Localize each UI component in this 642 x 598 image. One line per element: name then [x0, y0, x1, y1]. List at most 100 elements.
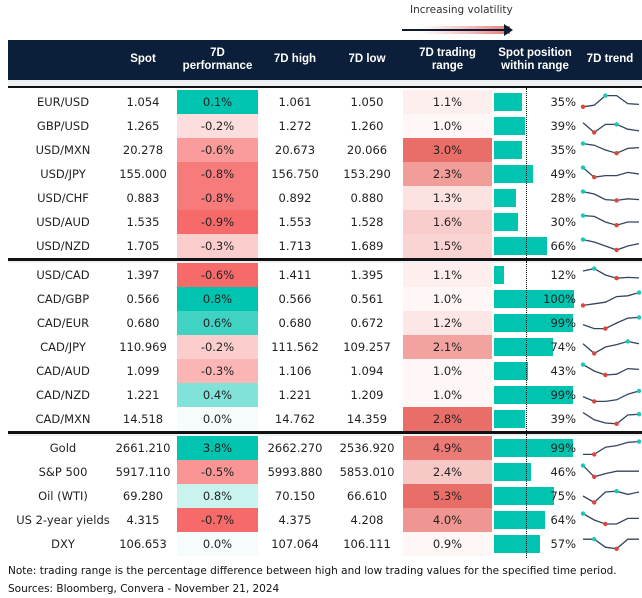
performance-value: 0.0% — [177, 407, 258, 431]
spot-value: 1.221 — [126, 388, 160, 402]
trend-low-point — [603, 326, 608, 331]
low-value: 5853.010 — [339, 465, 395, 479]
trading-range-value: 1.0% — [403, 287, 492, 311]
trend-low-point — [614, 421, 619, 426]
trend-cell — [578, 162, 642, 186]
low-value: 1.260 — [350, 119, 384, 133]
trading-range-value: 2.8% — [403, 407, 492, 431]
trend-line — [582, 167, 640, 178]
trend-sparkline — [582, 388, 642, 404]
header-spot-position: Spot position within range — [498, 46, 572, 72]
low-value: 0.672 — [350, 316, 384, 330]
trading-range-value: 1.6% — [403, 210, 492, 234]
table-row: CAD/NZD 1.221 0.4% 1.221 1.209 1.0% 99% — [8, 383, 642, 407]
low-value: 106.111 — [343, 537, 391, 551]
spot-position-cell: 39% — [492, 114, 578, 138]
spot-value: 1.397 — [126, 268, 160, 282]
trend-cell — [578, 311, 642, 335]
performance-value: -0.8% — [177, 162, 258, 186]
midpoint-reference-line — [526, 434, 527, 558]
trading-range-value: 4.0% — [403, 508, 492, 532]
trend-low-point — [614, 276, 619, 281]
trend-cell — [578, 532, 642, 556]
performance-value: -0.6% — [177, 138, 258, 162]
spot-position-label: 99% — [550, 441, 576, 455]
spot-value: 0.566 — [126, 292, 160, 306]
spot-position-label: 74% — [550, 340, 576, 354]
trend-low-point — [580, 303, 586, 308]
spot-position-bar — [494, 141, 522, 159]
group-separator-top — [8, 259, 642, 261]
spot-value: 110.969 — [119, 340, 167, 354]
trend-low-point — [603, 372, 608, 378]
trend-low-point — [592, 130, 597, 135]
trend-line — [582, 340, 640, 355]
trend-line — [582, 190, 640, 202]
spot-position-cell: 28% — [492, 186, 578, 210]
low-value: 66.610 — [346, 489, 388, 503]
instrument-name: DXY — [51, 537, 75, 551]
trend-low-point — [614, 546, 619, 551]
low-value: 1.094 — [350, 364, 384, 378]
trend-high-point — [580, 189, 586, 194]
table-row: EUR/USD 1.054 0.1% 1.061 1.050 1.1% 35% — [8, 90, 642, 114]
spot-position-bar — [494, 266, 504, 284]
header-7d-performance: 7D performance — [182, 46, 253, 72]
table-row: CAD/JPY 110.969 -0.2% 111.562 109.257 2.1% 74% — [8, 335, 642, 359]
trading-range-value: 2.1% — [403, 335, 492, 359]
trend-cell — [578, 263, 642, 287]
instrument-name: USD/CHF — [37, 191, 89, 205]
instrument-name: CAD/NZD — [36, 388, 90, 402]
spot-value: 0.680 — [126, 316, 160, 330]
performance-value: 0.0% — [177, 532, 258, 556]
trend-high-point — [580, 511, 586, 516]
legend-label: Increasing volatility — [410, 4, 513, 16]
spot-position-cell: 49% — [492, 162, 578, 186]
table-row: USD/NZD 1.705 -0.3% 1.713 1.689 1.5% 66% — [8, 234, 642, 258]
spot-position-cell: 100% — [492, 287, 578, 311]
spot-position-label: 57% — [550, 537, 576, 551]
trend-cell — [578, 234, 642, 258]
trading-range-value: 2.4% — [403, 460, 492, 484]
header-7d-high: 7D high — [273, 53, 317, 66]
instrument-name: CAD/AUD — [36, 364, 90, 378]
performance-value: 0.4% — [177, 383, 258, 407]
trend-cell — [578, 359, 642, 383]
high-value: 1.061 — [278, 95, 312, 109]
low-value: 1.395 — [350, 268, 384, 282]
header-spot: Spot — [130, 53, 156, 66]
header-7d-trend: 7D trend — [586, 53, 634, 66]
spot-position-label: 66% — [550, 239, 576, 253]
spot-position-cell: 66% — [492, 234, 578, 258]
spot-position-bar — [494, 338, 554, 356]
spot-position-label: 99% — [550, 316, 576, 330]
trend-line — [582, 412, 640, 425]
trend-line — [582, 267, 640, 279]
volatility-legend: Increasing volatility — [400, 4, 540, 38]
trend-cell — [578, 210, 642, 234]
trend-line — [582, 465, 639, 478]
performance-value: -0.3% — [177, 359, 258, 383]
trend-high-point — [580, 237, 586, 242]
trend-high-point — [580, 362, 586, 367]
trend-low-point — [614, 151, 619, 156]
trend-high-point — [603, 93, 608, 98]
spot-value: 69.280 — [122, 489, 164, 503]
high-value: 1.411 — [278, 268, 312, 282]
performance-value: -0.2% — [177, 114, 258, 138]
trend-sparkline — [580, 237, 640, 253]
performance-value: 0.6% — [177, 311, 258, 335]
high-value: 1.272 — [278, 119, 312, 133]
low-value: 4.208 — [350, 513, 384, 527]
trend-cell — [578, 508, 642, 532]
trend-high-point — [636, 290, 642, 295]
spot-position-label: 12% — [550, 268, 576, 282]
high-value: 1.106 — [278, 364, 312, 378]
trend-high-point — [592, 266, 597, 271]
trading-range-value: 1.1% — [403, 90, 492, 114]
trend-cell — [578, 484, 642, 508]
trend-cell — [578, 335, 642, 359]
table-row: CAD/MXN 14.518 0.0% 14.762 14.359 2.8% 39% — [8, 407, 642, 431]
spot-position-label: 64% — [550, 513, 576, 527]
spot-value: 14.518 — [122, 412, 164, 426]
